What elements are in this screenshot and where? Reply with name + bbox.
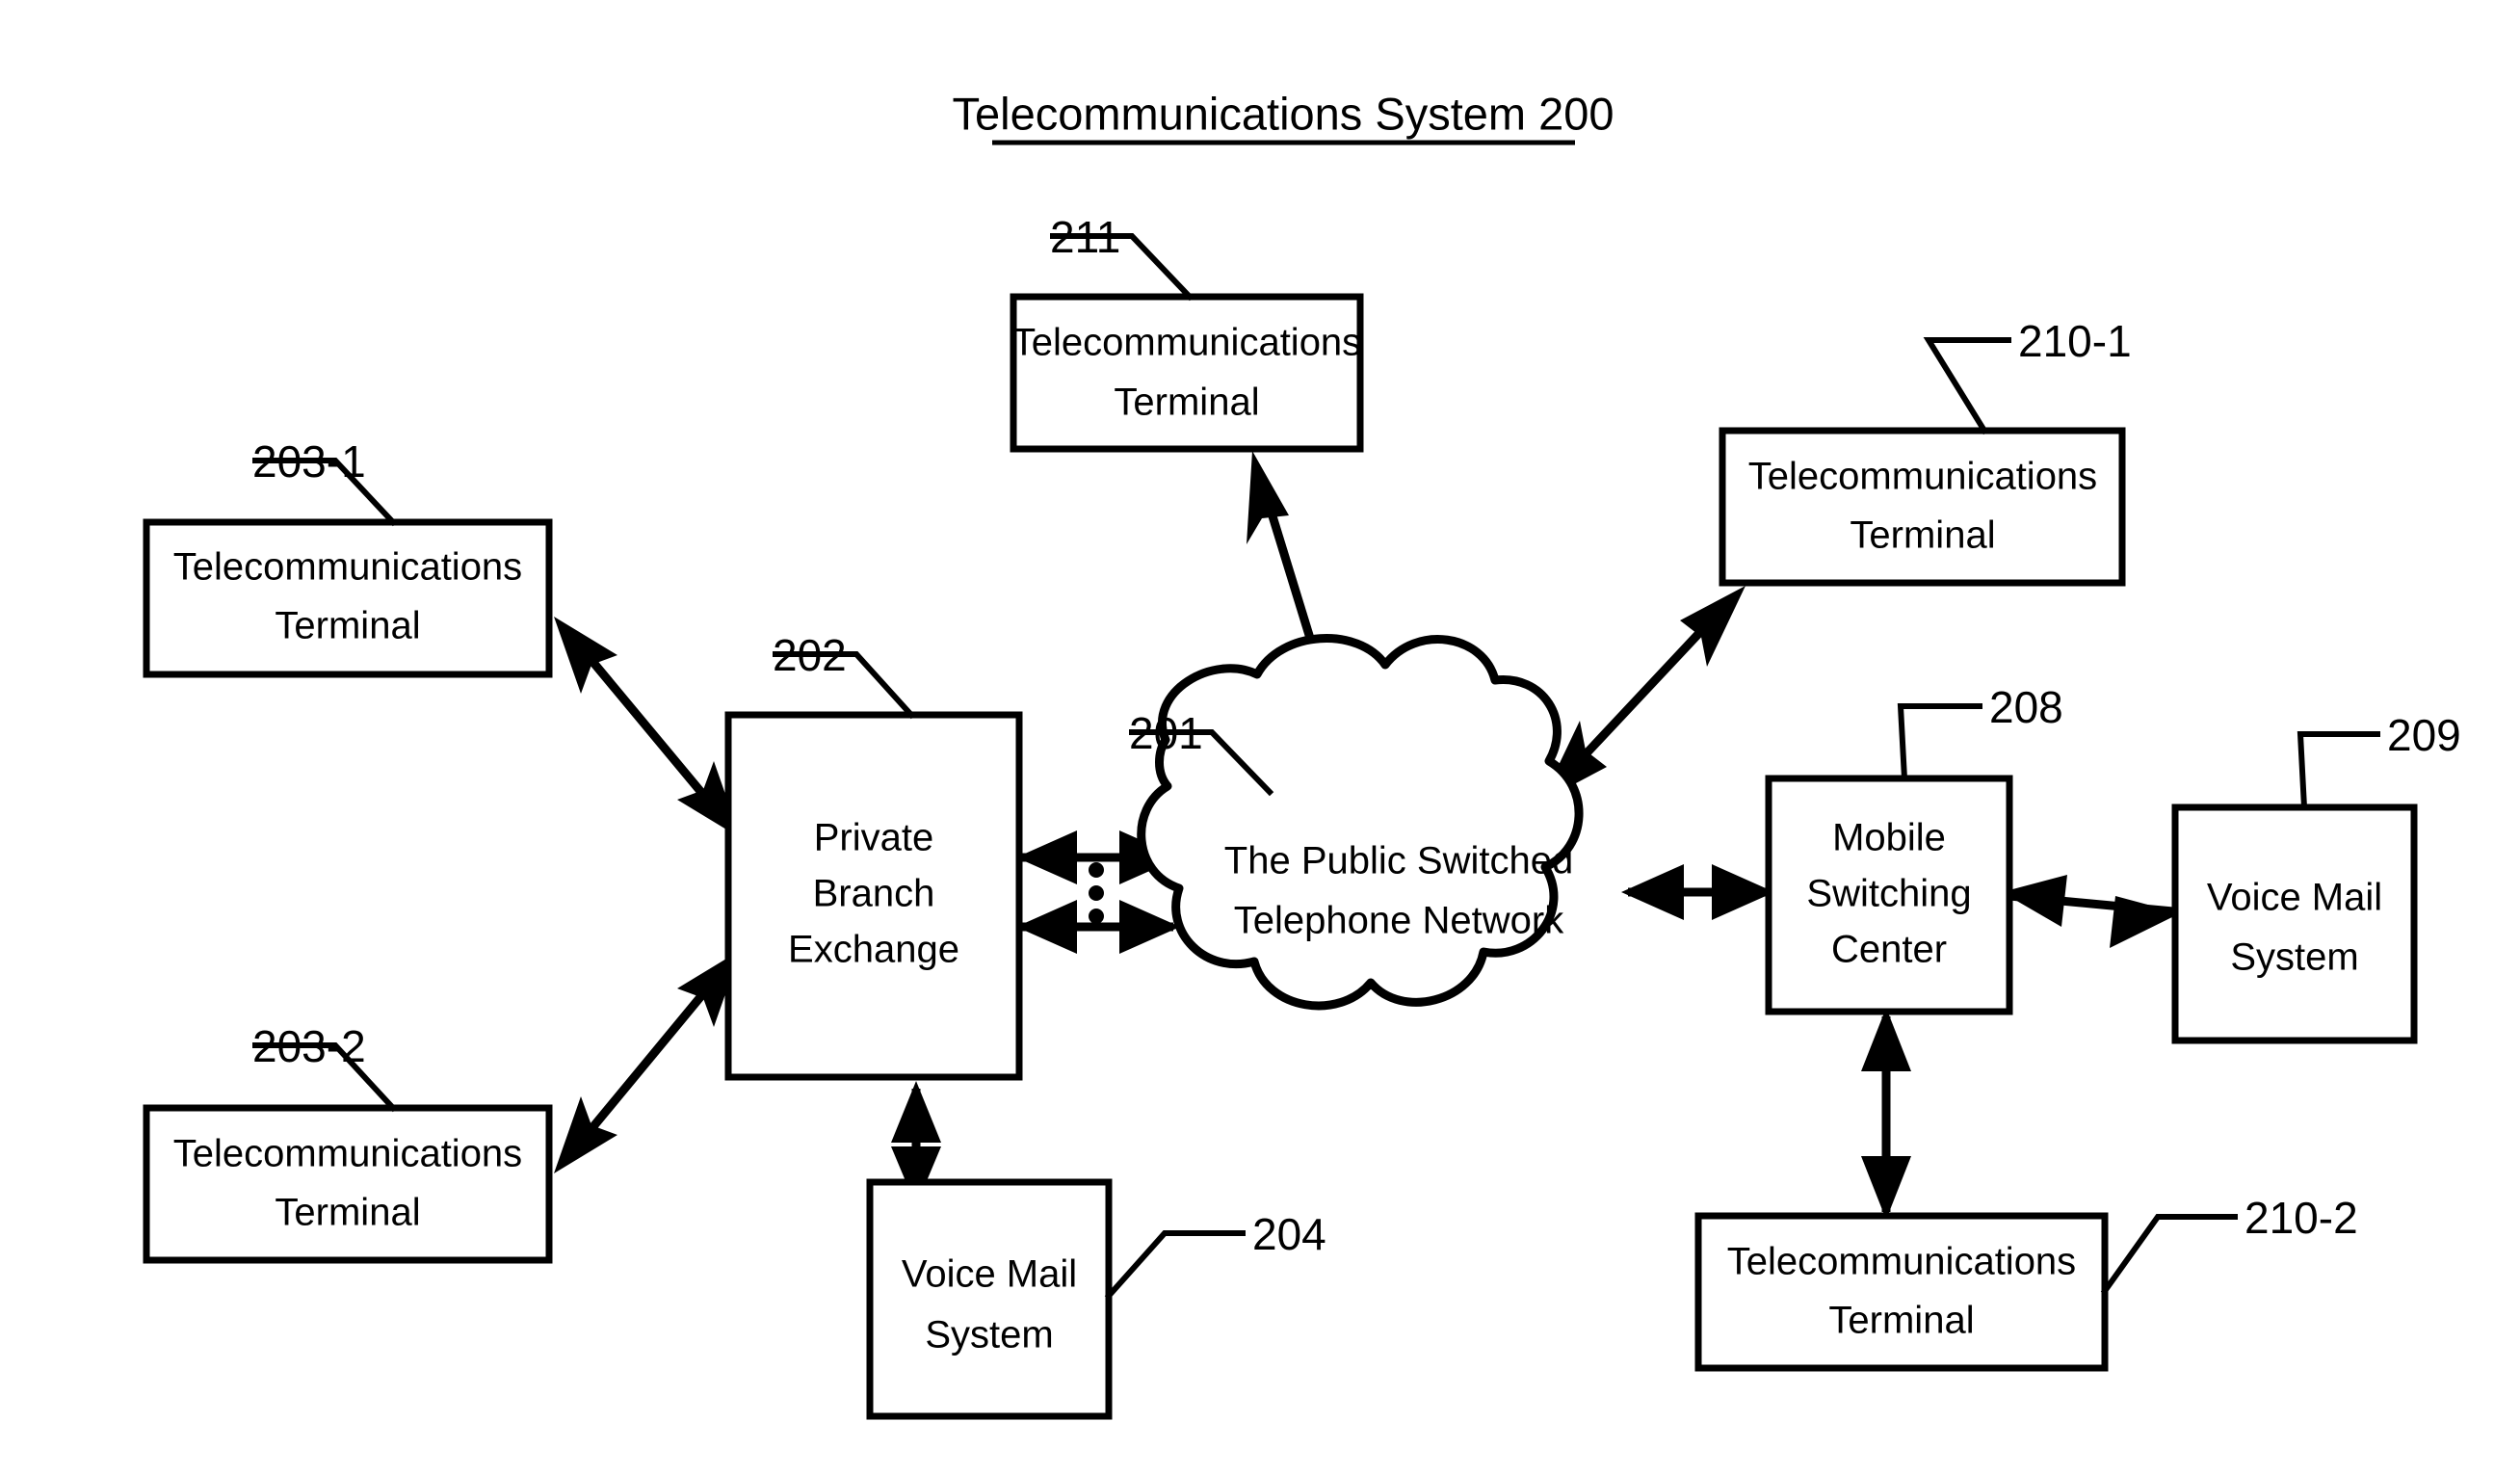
node-box[interactable] bbox=[1010, 293, 1364, 453]
arrowhead-right bbox=[1712, 864, 1774, 920]
node-label-line2: Branch bbox=[813, 873, 935, 915]
node-label-line1: Voice Mail bbox=[902, 1253, 1077, 1296]
figure-title: Telecommunications System 200 bbox=[952, 88, 1614, 139]
leader-line-210-2 bbox=[2100, 1214, 2238, 1296]
leader-line-208 bbox=[1897, 703, 1982, 782]
node-box[interactable] bbox=[1719, 427, 2126, 587]
node-terminal-203-1[interactable]: Telecommunications Terminal 203-1 bbox=[143, 436, 553, 678]
node-label-line1: Voice Mail bbox=[2207, 877, 2382, 919]
node-label-line2: System bbox=[2230, 936, 2358, 979]
node-box[interactable] bbox=[1694, 1212, 2109, 1372]
connector-pstn-to-msc208 bbox=[1621, 864, 1774, 920]
arrowhead-left bbox=[1016, 900, 1077, 954]
connector-terminal203-2-to-pbx bbox=[554, 950, 741, 1173]
ref-number-210-1: 210-1 bbox=[2018, 316, 2132, 366]
connector-line bbox=[577, 978, 718, 1145]
ref-number-211: 211 bbox=[1050, 212, 1120, 262]
arrowhead-left bbox=[1621, 864, 1684, 920]
node-label-line2: Terminal bbox=[1114, 382, 1259, 424]
connector-pbx-to-pstn-lower bbox=[1016, 900, 1180, 954]
node-label-line1: Mobile bbox=[1832, 817, 1946, 859]
patent-figure-canvas: Telecommunications System 200 Telecommun… bbox=[0, 0, 2520, 1475]
ref-number-201: 201 bbox=[1129, 708, 1203, 758]
node-label-line2: Telephone Network bbox=[1234, 900, 1564, 942]
leader-line-210-1 bbox=[1923, 337, 2011, 435]
arrowhead-up bbox=[891, 1081, 941, 1143]
arrowhead-down bbox=[1861, 1156, 1911, 1220]
connector-msc208-to-voicemail209 bbox=[2002, 875, 2180, 948]
arrowhead-up bbox=[1247, 451, 1289, 544]
connector-line bbox=[1566, 613, 1719, 775]
node-label-line2: Terminal bbox=[1828, 1300, 1974, 1342]
node-label-line1: Private bbox=[814, 817, 934, 859]
connector-msc208-to-terminal210-2 bbox=[1861, 1008, 1911, 1220]
arrowhead-up-right bbox=[1680, 586, 1746, 667]
ref-number-203-1: 203-1 bbox=[252, 436, 366, 487]
node-label-line2: Terminal bbox=[275, 1192, 420, 1234]
connector-pstn-to-terminal210-1 bbox=[1541, 586, 1746, 802]
node-label-line2: Terminal bbox=[275, 605, 420, 647]
figure-title-group: Telecommunications System 200 bbox=[952, 88, 1614, 145]
arrowhead-left bbox=[1016, 830, 1077, 884]
connector-line bbox=[577, 645, 718, 810]
node-label-line2: Switching bbox=[1806, 873, 1971, 915]
cloud-outline[interactable] bbox=[1137, 634, 1584, 1011]
arrowhead-right bbox=[2110, 896, 2180, 948]
node-label-line1: Telecommunications bbox=[173, 546, 522, 589]
ellipsis-dot bbox=[1089, 909, 1104, 924]
ref-number-202: 202 bbox=[773, 630, 847, 680]
node-box[interactable] bbox=[2171, 803, 2418, 1044]
arrowhead-right bbox=[1119, 900, 1180, 954]
ref-number-204: 204 bbox=[1252, 1209, 1326, 1259]
node-label-line3: Center bbox=[1831, 929, 1947, 971]
trunk-ellipsis bbox=[1089, 862, 1104, 924]
ref-number-210-2: 210-2 bbox=[2244, 1193, 2358, 1243]
ellipsis-dot bbox=[1089, 862, 1104, 878]
node-label-line1: Telecommunications bbox=[1727, 1241, 2076, 1283]
node-label-line2: Terminal bbox=[1850, 514, 1995, 557]
node-label-line3: Exchange bbox=[788, 929, 959, 971]
node-terminal-210-2[interactable]: Telecommunications Terminal 210-2 bbox=[1694, 1193, 2358, 1372]
connector-terminal203-1-to-pbx bbox=[554, 617, 741, 838]
node-label-line1: Telecommunications bbox=[173, 1133, 522, 1175]
node-terminal-210-1[interactable]: Telecommunications Terminal 210-1 bbox=[1719, 316, 2132, 587]
ref-number-208: 208 bbox=[1989, 682, 2063, 732]
node-terminal-203-2[interactable]: Telecommunications Terminal 203-2 bbox=[143, 1021, 553, 1264]
node-label-line2: System bbox=[925, 1314, 1053, 1356]
node-pbx-202[interactable]: Private Branch Exchange 202 bbox=[724, 630, 1023, 1081]
leader-line-204 bbox=[1104, 1230, 1246, 1301]
node-box[interactable] bbox=[866, 1178, 1113, 1420]
telecom-system-diagram: Telecommunications System 200 Telecommun… bbox=[143, 88, 2461, 1420]
ref-number-209: 209 bbox=[2387, 710, 2461, 760]
node-voicemail-204[interactable]: Voice Mail System 204 bbox=[866, 1178, 1326, 1420]
arrowhead-up bbox=[1861, 1008, 1911, 1071]
node-box[interactable] bbox=[143, 1104, 553, 1264]
node-voicemail-209[interactable]: Voice Mail System 209 bbox=[2171, 710, 2461, 1044]
ellipsis-dot bbox=[1089, 885, 1104, 901]
ref-number-203-2: 203-2 bbox=[252, 1021, 366, 1071]
node-label-line1: Telecommunications bbox=[1012, 322, 1361, 364]
node-msc-208[interactable]: Mobile Switching Center 208 bbox=[1765, 682, 2063, 1015]
node-terminal-211[interactable]: Telecommunications Terminal 211 bbox=[1010, 212, 1364, 453]
leader-line-209 bbox=[2297, 731, 2380, 811]
node-label-line1: The Public Switched bbox=[1224, 840, 1573, 882]
node-pstn-201[interactable]: The Public Switched Telephone Network 20… bbox=[1129, 634, 1584, 1011]
node-label-line1: Telecommunications bbox=[1748, 456, 2097, 498]
